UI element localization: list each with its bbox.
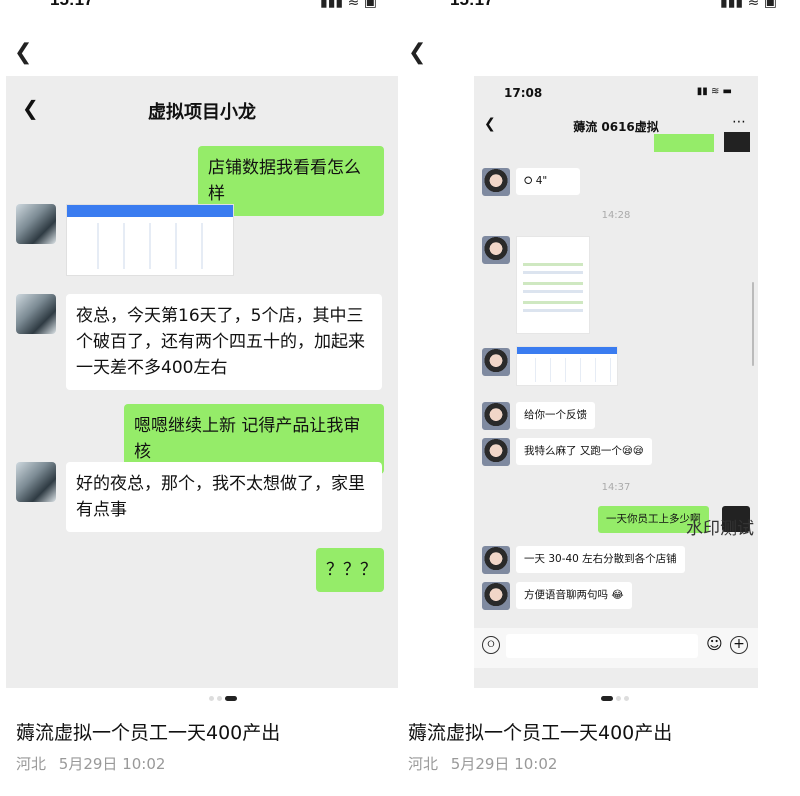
thumbnail-grid [73, 223, 227, 269]
post-caption[interactable]: 薅流虚拟一个员工一天400产出 [408, 718, 672, 745]
voice-message[interactable]: ⭘ 4" [516, 168, 580, 195]
carousel-dot [624, 696, 629, 701]
chat-screenshot: ❮ 虚拟项目小龙 店铺数据我看看怎么样 夜总，今天第16天了，5个店，其中三个破… [6, 76, 398, 688]
avatar [482, 348, 510, 376]
status-time: 15:17 [50, 0, 93, 10]
avatar [16, 462, 56, 502]
message-bubble: ？？？ [316, 548, 384, 592]
avatar [16, 204, 56, 244]
watermark: 水印测试 [686, 519, 754, 539]
avatar [482, 236, 510, 264]
avatar [482, 546, 510, 574]
message-bubble: 我特么麻了 又跑一个😪😪 [516, 438, 652, 465]
image-thumbnail[interactable] [516, 236, 590, 334]
thumbnail-content [523, 255, 583, 313]
avatar [482, 168, 510, 196]
back-icon[interactable]: ❮ [14, 40, 32, 65]
message-input[interactable] [506, 634, 698, 658]
thumbnail-header [67, 205, 233, 217]
back-icon[interactable]: ❮ [408, 40, 426, 65]
carousel-dot [616, 696, 621, 701]
status-icons: ▮▮▮ ≋ ▣ [720, 0, 777, 10]
avatar [16, 294, 56, 334]
avatar [482, 438, 510, 466]
inner-status-icons: ▮▮ ≋ ▬ [696, 86, 732, 97]
message-bubble: 夜总，今天第16天了，5个店，其中三个破百了，还有两个四五十的，加起来一天差不多… [66, 294, 382, 390]
post-date: 5月29日 10:02 [450, 755, 558, 773]
post-location: 河北 [16, 755, 47, 773]
time-divider: 14:37 [601, 482, 631, 493]
plus-circle-icon[interactable]: + [730, 636, 748, 654]
input-bar: ⭘ ☺ + [474, 628, 758, 668]
post-meta: 河北 5月29日 10:02 [408, 753, 557, 774]
image-thumbnail[interactable] [516, 346, 618, 386]
voice-duration: 4" [535, 175, 548, 187]
left-post: 15:17 ▮▮▮ ≋ ▣ ❮ ❮ 虚拟项目小龙 店铺数据我看看怎么样 夜总，今… [0, 0, 400, 796]
carousel-dots [209, 696, 240, 702]
right-post: 15:17 ▮▮▮ ≋ ▣ ❮ 17:08 ▮▮ ≋ ▬ ❮ 薅流 0616虚拟… [400, 0, 800, 796]
status-icons: ▮▮▮ ≋ ▣ [320, 0, 377, 10]
carousel-dot [217, 696, 222, 701]
message-bubble: 方便语音聊两句吗 😂 [516, 582, 632, 609]
thumbnail-grid [521, 358, 613, 382]
chat-header: ❮ 虚拟项目小龙 [6, 76, 398, 138]
partial-voice-message [654, 134, 714, 152]
avatar [482, 582, 510, 610]
avatar [724, 132, 750, 152]
chat-title: 薅流 0616虚拟 [573, 120, 659, 134]
post-meta: 河北 5月29日 10:02 [16, 753, 165, 774]
inner-status-time: 17:08 [504, 86, 543, 100]
image-thumbnail[interactable] [66, 204, 234, 276]
carousel-dot [209, 696, 214, 701]
voice-icon: ⭘ [524, 175, 533, 187]
thumbnail-header [517, 347, 617, 354]
post-location: 河北 [408, 755, 439, 773]
more-icon[interactable]: ⋯ [732, 114, 746, 130]
voice-toggle-icon[interactable]: ⭘ [482, 636, 500, 654]
message-bubble: 一天 30-40 左右分散到各个店铺 [516, 546, 685, 573]
carousel-dots [601, 696, 632, 702]
carousel-dot-active [225, 696, 237, 701]
chat-screenshot: 17:08 ▮▮ ≋ ▬ ❮ 薅流 0616虚拟 ⋯ ⭘ 4" 14:28 给你… [474, 76, 758, 688]
scrollbar[interactable] [752, 282, 754, 366]
message-bubble: 好的夜总，那个，我不太想做了，家里有点事 [66, 462, 382, 532]
status-time: 15:17 [450, 0, 493, 10]
avatar [482, 402, 510, 430]
message-bubble: 给你一个反馈 [516, 402, 595, 429]
carousel-dot-active [601, 696, 613, 701]
chat-title: 虚拟项目小龙 [148, 102, 256, 123]
post-date: 5月29日 10:02 [58, 755, 166, 773]
post-caption[interactable]: 薅流虚拟一个员工一天400产出 [16, 718, 280, 745]
emoji-icon[interactable]: ☺ [706, 634, 723, 653]
time-divider: 14:28 [601, 210, 631, 221]
